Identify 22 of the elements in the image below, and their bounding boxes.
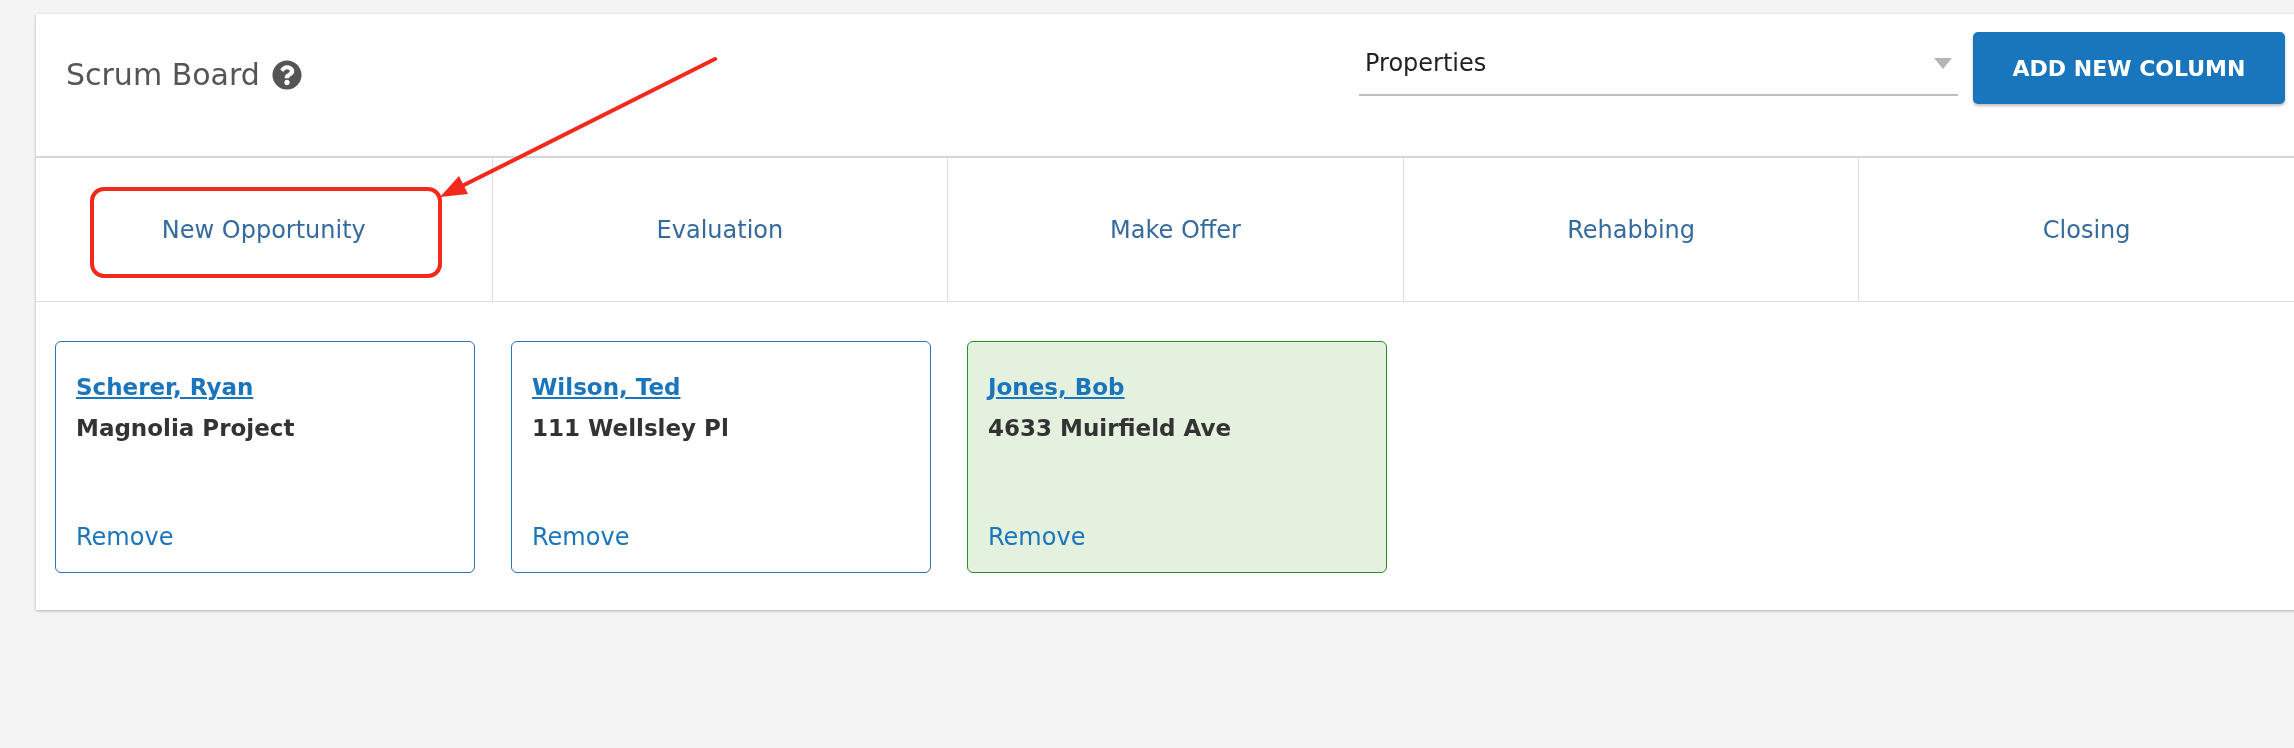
column-header[interactable]: New Opportunity [36,158,492,301]
property-name: Magnolia Project [76,414,295,443]
property-card[interactable]: Wilson, Ted 111 Wellsley Pl Remove [511,341,931,573]
property-card[interactable]: Jones, Bob 4633 Muirfield Ave Remove [967,341,1387,573]
column-header[interactable]: Make Offer [947,158,1403,301]
column-header[interactable]: Rehabbing [1402,158,1859,301]
contact-name-link[interactable]: Jones, Bob [988,370,1125,404]
property-name: 4633 Muirfield Ave [988,414,1232,443]
contact-name-link[interactable]: Wilson, Ted [532,370,681,404]
add-column-button[interactable]: ADD NEW COLUMN [1973,32,2285,104]
property-select[interactable]: Properties [1359,32,1958,96]
remove-link[interactable]: Remove [532,520,630,554]
help-icon[interactable] [271,60,302,90]
remove-link[interactable]: Remove [76,520,174,554]
remove-link[interactable]: Remove [988,520,1086,554]
board-title: Scrum Board [66,57,260,93]
column-header[interactable]: Closing [1858,158,2294,301]
contact-name-link[interactable]: Scherer, Ryan [76,370,254,404]
property-name: 111 Wellsley Pl [532,414,729,443]
caret-icon [1934,58,1952,69]
column-header[interactable]: Evaluation [491,158,948,301]
property-card[interactable]: Scherer, Ryan Magnolia Project Remove [55,341,475,573]
